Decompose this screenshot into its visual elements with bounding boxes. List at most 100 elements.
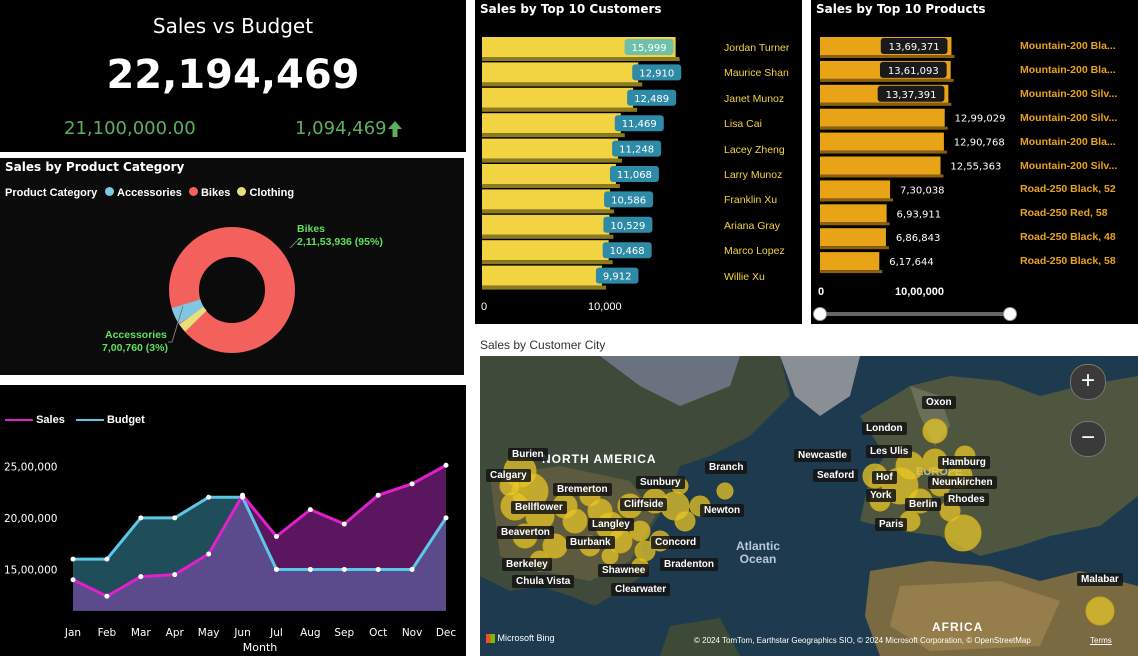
city-label: Newcastle [794, 449, 851, 462]
x-tick-label: Oct [369, 627, 387, 639]
city-label: Neunkirchen [928, 476, 997, 489]
city-label: Burbank [566, 536, 615, 549]
bing-logo: Microsoft Bing [486, 633, 555, 644]
city-label: Chula Vista [512, 575, 575, 588]
city-bubble [922, 418, 948, 444]
category-panel: Sales by Product Category Product Catego… [0, 158, 464, 375]
customer-data-label: 11,068 [617, 170, 652, 181]
customer-data-label: 11,248 [619, 145, 654, 156]
product-bar-shadow [820, 174, 944, 178]
sales-point [443, 462, 449, 468]
product-bar [820, 180, 891, 199]
customer-data-label: 10,468 [610, 246, 645, 257]
product-bar [820, 108, 945, 127]
product-bar-shadow [820, 198, 894, 202]
customer-bar [482, 62, 639, 83]
axis-label-10000: 10,000 [588, 301, 622, 313]
product-bar [820, 132, 944, 151]
product-bar-shadow [820, 150, 947, 154]
product-name-label: Road-250 Black, 52 [1020, 183, 1116, 196]
range-slider[interactable] [813, 307, 1017, 321]
budget-point [375, 566, 381, 572]
customer-name-label: Larry Munoz [724, 169, 783, 181]
kpi-card: Sales vs Budget 22,194,469 21,100,000.00… [0, 0, 466, 152]
x-axis-title: Month [243, 641, 278, 654]
customer-data-label: 11,469 [622, 119, 657, 130]
city-label: Beaverton [497, 526, 554, 539]
customer-bar-shadow [482, 209, 615, 214]
city-bubble [674, 510, 696, 532]
city-label: Branch [705, 461, 748, 474]
map-bubbles[interactable] [480, 356, 1138, 656]
x-tick-label: Mar [131, 627, 151, 639]
city-label: Concord [651, 536, 701, 549]
budget-point [172, 515, 178, 521]
city-label: Hamburg [938, 456, 990, 469]
product-bar-shadow [820, 246, 889, 250]
city-label: Paris [875, 518, 908, 531]
customer-name-label: Willie Xu [724, 270, 765, 283]
map-attribution[interactable]: © 2024 TomTom, Earthstar Geographics SIO… [694, 636, 1031, 645]
legend-item-sales[interactable]: Sales [36, 414, 65, 426]
customer-bar [482, 265, 602, 286]
product-bar-shadow [820, 222, 890, 226]
x-tick-label: Feb [98, 627, 117, 639]
zoom-in-button[interactable]: + [1070, 364, 1106, 400]
city-bubble [601, 547, 619, 565]
customer-bar-shadow [482, 82, 643, 87]
city-label: Seaford [813, 469, 859, 482]
map-canvas[interactable]: NORTH AMERICA EUROPE AFRICA Atlantic Oce… [480, 356, 1138, 656]
budget-point [409, 566, 415, 572]
city-label: Les Ulis [866, 445, 913, 458]
x-tick-label: Jan [64, 627, 81, 639]
customer-name-label: Janet Munoz [724, 92, 785, 105]
x-tick-label: Apr [166, 627, 185, 639]
budget-point [104, 556, 110, 562]
y-tick-label: 25,00,000 [4, 461, 57, 473]
donut-chart[interactable] [0, 158, 464, 375]
city-label: Bellflower [511, 501, 567, 514]
bikes-label: Bikes [297, 223, 326, 235]
customer-bar [482, 87, 634, 108]
city-label: Hof [872, 471, 897, 484]
bing-text: Microsoft Bing [497, 633, 555, 643]
x-tick-label: May [198, 627, 220, 639]
city-bubble [716, 482, 734, 500]
legend-item-budget[interactable]: Budget [107, 414, 145, 426]
zoom-out-button[interactable]: − [1070, 421, 1106, 457]
slider-handle-right[interactable] [1003, 307, 1017, 321]
product-bar [820, 156, 941, 175]
customer-data-label: 12,489 [634, 94, 669, 105]
y-tick-label: 15,00,000 [4, 564, 57, 576]
sales-point [70, 577, 76, 583]
product-name-label: Mountain-200 Silv... [1020, 159, 1118, 172]
budget-point [70, 556, 76, 562]
customer-bar [482, 113, 621, 134]
sales-point [307, 507, 313, 513]
customer-data-label: 10,529 [610, 221, 645, 232]
city-bubble [1085, 596, 1115, 626]
customer-bar-shadow [482, 57, 680, 61]
x-tick-label: Nov [402, 627, 423, 639]
product-name-label: Mountain-200 Silv... [1020, 111, 1118, 124]
product-name-label: Mountain-200 Silv... [1020, 87, 1118, 100]
line-legend: Sales Budget [5, 414, 145, 426]
slider-handle-left[interactable] [813, 307, 827, 321]
budget-point [273, 566, 279, 572]
sales-point [273, 533, 279, 539]
product-data-label: 6,93,911 [897, 209, 942, 220]
customer-bar-shadow [482, 260, 613, 265]
product-data-label: 13,69,371 [889, 42, 940, 53]
customer-data-label: 12,910 [639, 68, 674, 79]
kpi-budget: 21,100,000.00 [64, 118, 196, 139]
city-label: York [866, 489, 896, 502]
sales-point [375, 492, 381, 498]
terms-link[interactable]: Terms [1090, 636, 1112, 645]
customer-data-label: 15,999 [632, 43, 667, 54]
customer-bar-shadow [482, 285, 606, 290]
budget-point [138, 515, 144, 521]
product-data-label: 6,86,843 [896, 233, 941, 244]
kpi-variance: 1,094,469 [295, 118, 387, 139]
city-label: Newton [700, 504, 745, 517]
axis-label-0: 0 [481, 301, 488, 313]
